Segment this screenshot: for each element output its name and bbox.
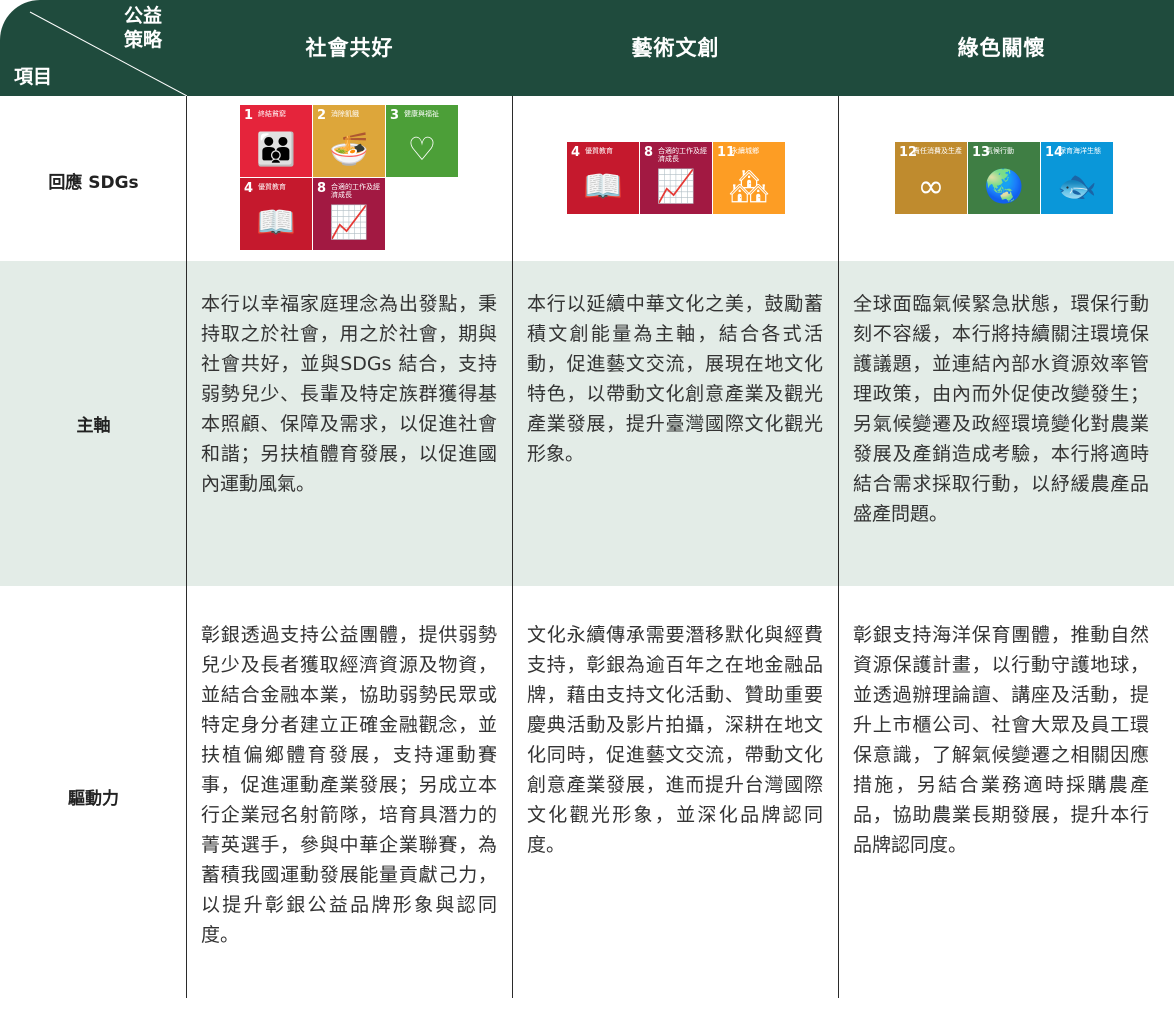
eye-globe-icon: 🌏 <box>984 167 1024 205</box>
row-label-drive: 驅動力 <box>68 789 119 809</box>
sdg-tile-4: 4 優質教育 📖 <box>567 142 639 214</box>
column-divider <box>838 96 839 998</box>
main-text-green: 全球面臨氣候緊急狀態，環保行動刻不容緩，本行將持續關注環境保護議題，並連結內部水… <box>853 293 1149 525</box>
city-icon: 🏘 <box>728 167 770 205</box>
sdg-tile-2: 2 消除飢餓 🍜 <box>313 105 385 177</box>
row-label-sdgs: 回應 SDGs <box>48 173 139 193</box>
corner-label-strategy: 公益策略 <box>124 5 163 51</box>
sdg-tile-8: 8 合適的工作及經濟成長 📈 <box>640 142 712 214</box>
growth-chart-icon: 📈 <box>329 203 369 241</box>
drive-text-social: 彰銀透過支持公益團體，提供弱勢兒少及長者獲取經濟資源及物資，並結合金融本業，協助… <box>201 624 497 946</box>
csr-strategy-table: 公益策略 項目 社會共好 藝術文創 綠色關懷 回應 SDGs 主軸 驅動力 1 … <box>0 0 1174 1012</box>
infinity-icon: ∞ <box>917 167 945 205</box>
sdg-tile-4: 4 優質教育 📖 <box>240 178 312 250</box>
column-divider <box>512 96 513 998</box>
drive-text-green: 彰銀支持海洋保育團體，推動自然資源保護計畫，以行動守護地球，並透過辦理論譠、講座… <box>853 624 1149 856</box>
heartbeat-icon: ♡ <box>407 130 437 168</box>
column-header-green: 綠色關懷 <box>957 36 1046 60</box>
book-icon: 📖 <box>583 167 623 205</box>
main-text-arts: 本行以延續中華文化之美，鼓勵蓄積文創能量為主軸，結合各式活動，促進藝文交流，展現… <box>527 293 823 465</box>
sdg-tile-1: 1 終結貧窮 👪 <box>240 105 312 177</box>
sdg-tile-3: 3 健康與福祉 ♡ <box>386 105 458 177</box>
column-header-arts: 藝術文創 <box>631 36 720 60</box>
sdg-tile-11: 11 永續城鄉 🏘 <box>713 142 785 214</box>
column-divider <box>186 96 187 998</box>
table-header: 公益策略 項目 社會共好 藝術文創 綠色關懷 <box>0 0 1174 96</box>
row-label-main: 主軸 <box>76 416 111 436</box>
drive-text-arts: 文化永續傳承需要潛移默化與經費支持，彰銀為逾百年之在地金融品牌，藉由支持文化活動… <box>527 624 823 856</box>
family-icon: 👪 <box>256 130 296 168</box>
fish-icon: 🐟 <box>1057 167 1097 205</box>
main-text-social: 本行以幸福家庭理念為出發點，秉持取之於社會，用之於社會，期與社會共好，並與SDG… <box>201 293 497 495</box>
growth-chart-icon: 📈 <box>656 167 696 205</box>
sdg-tile-12: 12 責任消費及生產 ∞ <box>895 142 967 214</box>
bowl-icon: 🍜 <box>329 130 369 168</box>
book-icon: 📖 <box>256 203 296 241</box>
sdg-tile-14: 14 保育海洋生態 🐟 <box>1041 142 1113 214</box>
sdg-tile-13: 13 氣候行動 🌏 <box>968 142 1040 214</box>
sdg-tile-8: 8 合適的工作及經濟成長 📈 <box>313 178 385 250</box>
column-header-social: 社會共好 <box>305 36 394 60</box>
corner-label-item: 項目 <box>14 66 53 88</box>
